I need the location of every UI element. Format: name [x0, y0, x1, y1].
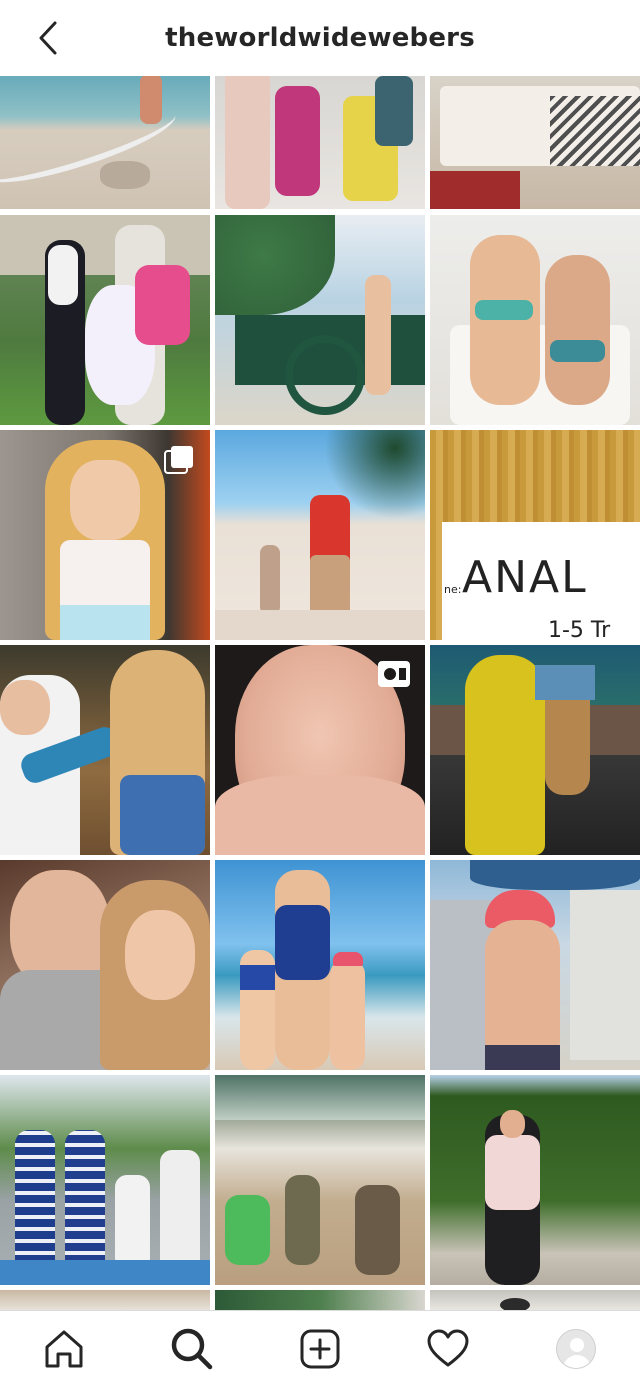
post-tile-siblings-hair[interactable] [0, 645, 210, 855]
post-tile-beach-shore[interactable] [0, 76, 210, 209]
post-tile-toddler-pink-cap[interactable] [430, 860, 640, 1070]
post-tile-name-worksheet[interactable]: ne: ANAL 1-5 Tr [430, 430, 640, 640]
post-tile-kids-on-lounger[interactable] [430, 215, 640, 425]
carousel-icon [164, 446, 193, 474]
post-tile-kids-waves[interactable] [215, 1075, 425, 1285]
back-button[interactable] [28, 18, 68, 58]
post-tile-toy-figures[interactable] [215, 76, 425, 209]
post-tile-row7-left[interactable] [0, 1290, 210, 1310]
post-tile-beach-father-kids[interactable] [215, 430, 425, 640]
worksheet-label: ne: [444, 583, 462, 596]
worksheet-footer: 1-5 Tr [548, 618, 611, 640]
profile-avatar [556, 1328, 596, 1369]
search-icon [171, 1328, 213, 1369]
heart-icon [427, 1329, 469, 1366]
post-tile-baby-closeup[interactable] [215, 645, 425, 855]
post-tile-family-halloween[interactable] [0, 215, 210, 425]
nav-search-button[interactable] [160, 1317, 224, 1381]
post-tile-pool-playground[interactable] [215, 215, 425, 425]
posts-grid: ne: ANAL 1-5 Tr [0, 76, 640, 1310]
post-tile-row7-right[interactable] [430, 1290, 640, 1310]
worksheet-name: ANAL [462, 552, 588, 603]
plus-square-icon [300, 1329, 340, 1368]
video-icon [378, 661, 410, 687]
post-tile-bedroom[interactable] [430, 76, 640, 209]
explore-grid-screen: theworldwidewebers ne: ANAL 1-5 Tr [0, 0, 640, 1386]
post-tile-four-kids-street[interactable] [0, 1075, 210, 1285]
post-tile-dinosaur-costume[interactable] [430, 645, 640, 855]
nav-new-post-button[interactable] [288, 1317, 352, 1381]
nav-profile-button[interactable] [544, 1317, 608, 1381]
post-tile-row7-middle[interactable] [215, 1290, 425, 1310]
profile-username-title: theworldwidewebers [165, 23, 475, 53]
top-bar: theworldwidewebers [0, 0, 640, 76]
post-tile-girl-unicorn-shirt[interactable] [0, 430, 210, 640]
chevron-left-icon [39, 21, 57, 55]
nav-activity-button[interactable] [416, 1317, 480, 1381]
post-tile-mom-beach-kids[interactable] [215, 860, 425, 1070]
post-tile-mother-daughter-selfie[interactable] [0, 860, 210, 1070]
post-tile-woman-lookout[interactable] [430, 1075, 640, 1285]
nav-home-button[interactable] [32, 1317, 96, 1381]
bottom-navigation [0, 1310, 640, 1386]
home-icon [45, 1330, 83, 1367]
